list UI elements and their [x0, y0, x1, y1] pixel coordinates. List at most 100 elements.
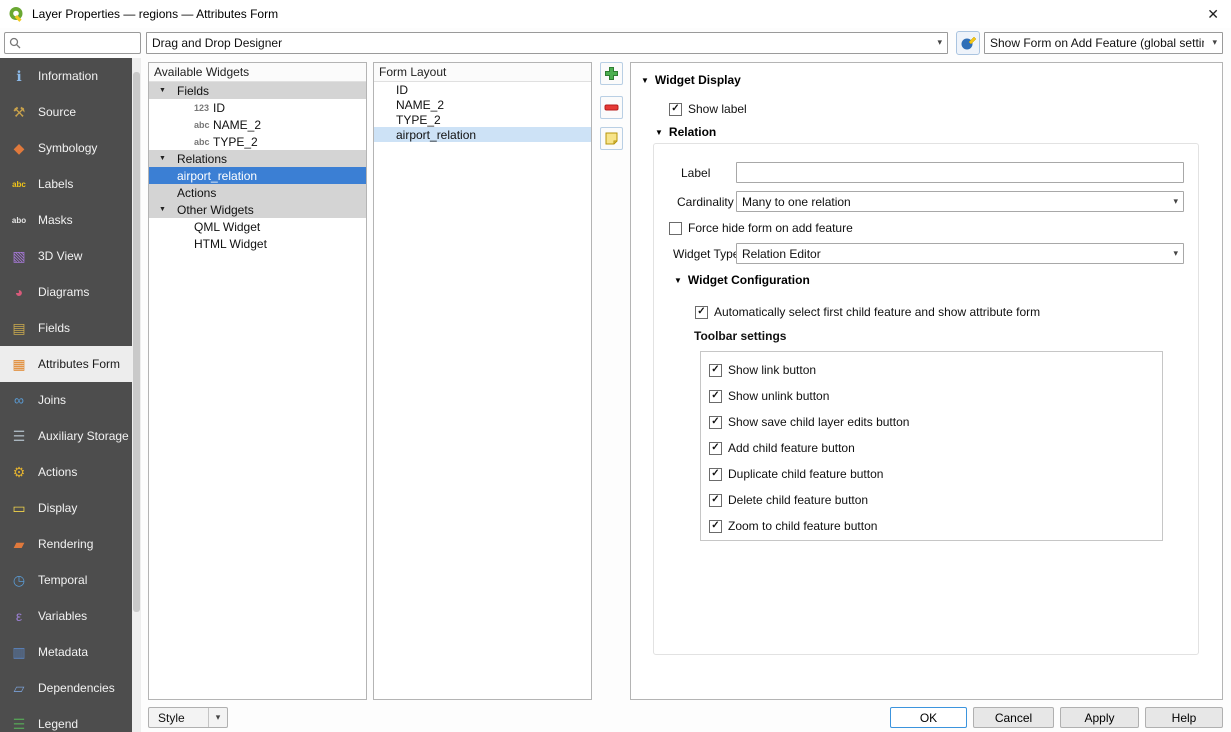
tree-group-actions[interactable]: Actions [149, 184, 366, 201]
cardinality-combo[interactable]: Many to one relation ▾ [736, 191, 1184, 212]
remove-item-button[interactable] [600, 96, 623, 119]
chevron-down-icon: ▾ [1173, 247, 1178, 258]
checkbox-box[interactable]: ✓ [709, 520, 722, 533]
tree-item-name-2[interactable]: abc NAME_2 [149, 116, 366, 133]
sidebar-item-variables[interactable]: ε Variables [0, 598, 132, 634]
form-settings-button[interactable] [956, 31, 980, 55]
check-icon: ✓ [711, 417, 719, 427]
collapse-arrow-icon[interactable]: ▼ [641, 76, 649, 85]
sidebar-item-labels[interactable]: abc Labels [0, 166, 132, 202]
widget-configuration-section-header[interactable]: ▼ Widget Configuration [674, 273, 810, 287]
checkbox-box[interactable]: ✓ [709, 494, 722, 507]
checkbox-label: Show unlink button [728, 389, 829, 403]
show-form-on-add-combo[interactable]: Show Form on Add Feature (global setting… [984, 32, 1223, 54]
cardinality-label: Cardinality [677, 195, 734, 209]
tree-item-html-widget[interactable]: HTML Widget [149, 235, 366, 252]
sidebar-item-rendering[interactable]: ▰ Rendering [0, 526, 132, 562]
label-field-label: Label [681, 166, 710, 180]
form-layout-item-name-2[interactable]: NAME_2 [374, 97, 591, 112]
sidebar-item-auxiliary-storage[interactable]: ☰ Auxiliary Storage [0, 418, 132, 454]
checkbox-box[interactable]: ✓ [669, 103, 682, 116]
designer-mode-combo[interactable]: Drag and Drop Designer ▾ [146, 32, 948, 54]
widget-type-value: Relation Editor [742, 247, 821, 261]
scrollbar-thumb[interactable] [133, 72, 140, 612]
delete-child-feature-checkbox[interactable]: ✓ Delete child feature button [709, 493, 1162, 507]
sidebar-item-masks[interactable]: abo Masks [0, 202, 132, 238]
search-input[interactable] [25, 36, 136, 50]
sidebar-item-source[interactable]: ⚒ Source [0, 94, 132, 130]
show-label-checkbox[interactable]: ✓ Show label [669, 102, 747, 116]
checkbox-box[interactable]: ✓ [709, 416, 722, 429]
dependencies-icon: ▱ [9, 680, 29, 697]
tree-group-label: Fields [177, 84, 209, 98]
style-button[interactable]: Style ▾ [148, 707, 228, 728]
show-unlink-button-checkbox[interactable]: ✓ Show unlink button [709, 389, 1162, 403]
sidebar-item-actions[interactable]: ⚙ Actions [0, 454, 132, 490]
check-icon: ✓ [711, 365, 719, 375]
properties-sidebar: ℹ Information ⚒ Source ◆ Symbology abc L… [0, 58, 132, 732]
zoom-to-child-feature-checkbox[interactable]: ✓ Zoom to child feature button [709, 519, 1162, 533]
expand-arrow-icon[interactable]: ▼ [159, 206, 177, 213]
form-layout-item-type-2[interactable]: TYPE_2 [374, 112, 591, 127]
force-hide-form-checkbox[interactable]: Force hide form on add feature [669, 221, 853, 235]
widget-display-section-header[interactable]: ▼ Widget Display [641, 73, 741, 87]
checkbox-box[interactable] [669, 222, 682, 235]
sidebar-item-metadata[interactable]: ▥ Metadata [0, 634, 132, 670]
expand-arrow-icon[interactable]: ▼ [159, 87, 177, 94]
relation-section-header[interactable]: ▼ Relation [655, 125, 716, 139]
help-button-label: Help [1172, 711, 1197, 725]
tree-item-airport-relation[interactable]: airport_relation [149, 167, 366, 184]
cancel-button[interactable]: Cancel [973, 707, 1054, 728]
add-child-feature-checkbox[interactable]: ✓ Add child feature button [709, 441, 1162, 455]
relation-label-input[interactable] [736, 162, 1184, 183]
section-title: Widget Configuration [688, 273, 810, 287]
sidebar-item-legend[interactable]: ☰ Legend [0, 706, 132, 732]
ok-button[interactable]: OK [890, 707, 967, 728]
sidebar-item-joins[interactable]: ∞ Joins [0, 382, 132, 418]
apply-button[interactable]: Apply [1060, 707, 1139, 728]
auxiliary-storage-icon: ☰ [9, 428, 29, 445]
check-icon: ✓ [711, 469, 719, 479]
sidebar-item-dependencies[interactable]: ▱ Dependencies [0, 670, 132, 706]
show-link-button-checkbox[interactable]: ✓ Show link button [709, 363, 1162, 377]
sidebar-item-information[interactable]: ℹ Information [0, 58, 132, 94]
checkbox-box[interactable]: ✓ [709, 442, 722, 455]
sidebar-item-temporal[interactable]: ◷ Temporal [0, 562, 132, 598]
form-layout-item-label: NAME_2 [396, 98, 444, 112]
tree-group-other-widgets[interactable]: ▼ Other Widgets [149, 201, 366, 218]
form-layout-item-airport-relation[interactable]: airport_relation [374, 127, 591, 142]
sidebar-item-3d-view[interactable]: ▧ 3D View [0, 238, 132, 274]
expand-arrow-icon[interactable]: ▼ [159, 155, 177, 162]
tree-item-qml-widget[interactable]: QML Widget [149, 218, 366, 235]
tree-group-fields[interactable]: ▼ Fields [149, 82, 366, 99]
duplicate-child-feature-checkbox[interactable]: ✓ Duplicate child feature button [709, 467, 1162, 481]
layer-properties-dialog: Layer Properties — regions — Attributes … [0, 0, 1231, 732]
checkbox-box[interactable]: ✓ [709, 364, 722, 377]
labels-icon: abc [9, 180, 29, 189]
tree-item-id[interactable]: 123 ID [149, 99, 366, 116]
tree-item-type-2[interactable]: abc TYPE_2 [149, 133, 366, 150]
sidebar-item-symbology[interactable]: ◆ Symbology [0, 130, 132, 166]
show-save-child-edits-checkbox[interactable]: ✓ Show save child layer edits button [709, 415, 1162, 429]
sidebar-scrollbar[interactable] [132, 58, 141, 732]
sidebar-item-fields[interactable]: ▤ Fields [0, 310, 132, 346]
section-title: Widget Display [655, 73, 741, 87]
collapse-arrow-icon[interactable]: ▼ [655, 128, 663, 137]
checkbox-box[interactable]: ✓ [709, 390, 722, 403]
help-button[interactable]: Help [1145, 707, 1223, 728]
close-icon[interactable]: ✕ [1207, 6, 1219, 23]
checkbox-box[interactable]: ✓ [709, 468, 722, 481]
sidebar-item-attributes-form[interactable]: ▦ Attributes Form [0, 346, 132, 382]
sidebar-item-display[interactable]: ▭ Display [0, 490, 132, 526]
checkbox-box[interactable]: ✓ [695, 306, 708, 319]
checkbox-label: Show label [688, 102, 747, 116]
edit-item-button[interactable] [600, 127, 623, 150]
collapse-arrow-icon[interactable]: ▼ [674, 276, 682, 285]
add-container-button[interactable] [600, 62, 623, 85]
form-layout-item-id[interactable]: ID [374, 82, 591, 97]
sidebar-item-diagrams[interactable]: ◕ Diagrams [0, 274, 132, 310]
sidebar-item-label: Legend [38, 717, 78, 731]
widget-type-combo[interactable]: Relation Editor ▾ [736, 243, 1184, 264]
tree-group-relations[interactable]: ▼ Relations [149, 150, 366, 167]
auto-select-first-child-checkbox[interactable]: ✓ Automatically select first child featu… [695, 305, 1040, 319]
